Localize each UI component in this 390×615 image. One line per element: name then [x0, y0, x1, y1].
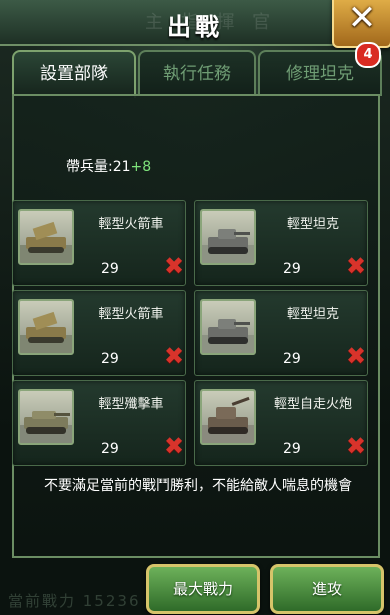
close-icon: ✕	[347, 0, 377, 38]
unit-card[interactable]: 輕型坦克 29 ✖	[194, 200, 368, 286]
remove-icon[interactable]: ✖	[163, 254, 185, 278]
notification-badge: 4	[355, 42, 381, 68]
tab-execute-mission[interactable]: 執行任務	[138, 50, 256, 96]
troop-capacity: 帶兵量:21+8	[66, 156, 151, 176]
unit-count: 29	[101, 441, 119, 457]
unit-card[interactable]: 輕型火箭車 29 ✖	[12, 200, 186, 286]
self-propelled-gun-icon	[200, 389, 256, 445]
unit-name: 輕型自走火炮	[273, 397, 352, 412]
unit-name: 輕型火箭車	[98, 217, 164, 232]
unit-card[interactable]: 輕型火箭車 29 ✖	[12, 290, 186, 376]
unit-count: 29	[101, 261, 119, 277]
unit-count: 29	[101, 351, 119, 367]
unit-name: 輕型坦克	[286, 217, 339, 232]
max-power-button[interactable]: 最大戰力	[146, 564, 260, 614]
troop-bonus: +8	[130, 159, 152, 175]
remove-icon[interactable]: ✖	[345, 344, 367, 368]
unit-card[interactable]: 輕型坦克 29 ✖	[194, 290, 368, 376]
unit-count: 29	[283, 441, 301, 457]
unit-count: 29	[283, 351, 301, 367]
close-button[interactable]: ✕	[332, 0, 390, 48]
remove-icon[interactable]: ✖	[345, 254, 367, 278]
unit-card[interactable]: 輕型殲擊車 29 ✖	[12, 380, 186, 466]
unit-name: 輕型火箭車	[98, 307, 164, 322]
power-ghost-text: 當前戰力 15236	[8, 592, 141, 610]
hint-message: 不要滿足當前的戰鬥勝利，不能給敵人喘息的機會	[44, 478, 352, 494]
tank-destroyer-icon	[18, 389, 74, 445]
remove-icon[interactable]: ✖	[163, 434, 185, 458]
rocket-truck-icon	[18, 299, 74, 355]
unit-count: 29	[283, 261, 301, 277]
unit-name: 輕型坦克	[286, 307, 339, 322]
remove-icon[interactable]: ✖	[163, 344, 185, 368]
troop-label: 帶兵量:	[66, 159, 113, 175]
light-tank-icon	[200, 299, 256, 355]
tab-set-troops[interactable]: 設置部隊	[12, 50, 136, 98]
unit-card[interactable]: 輕型自走火炮 29 ✖	[194, 380, 368, 466]
light-tank-icon	[200, 209, 256, 265]
remove-icon[interactable]: ✖	[345, 434, 367, 458]
attack-button[interactable]: 進攻	[270, 564, 384, 614]
unit-name: 輕型殲擊車	[98, 397, 164, 412]
troop-value: 21	[112, 159, 131, 175]
rocket-truck-icon	[18, 209, 74, 265]
